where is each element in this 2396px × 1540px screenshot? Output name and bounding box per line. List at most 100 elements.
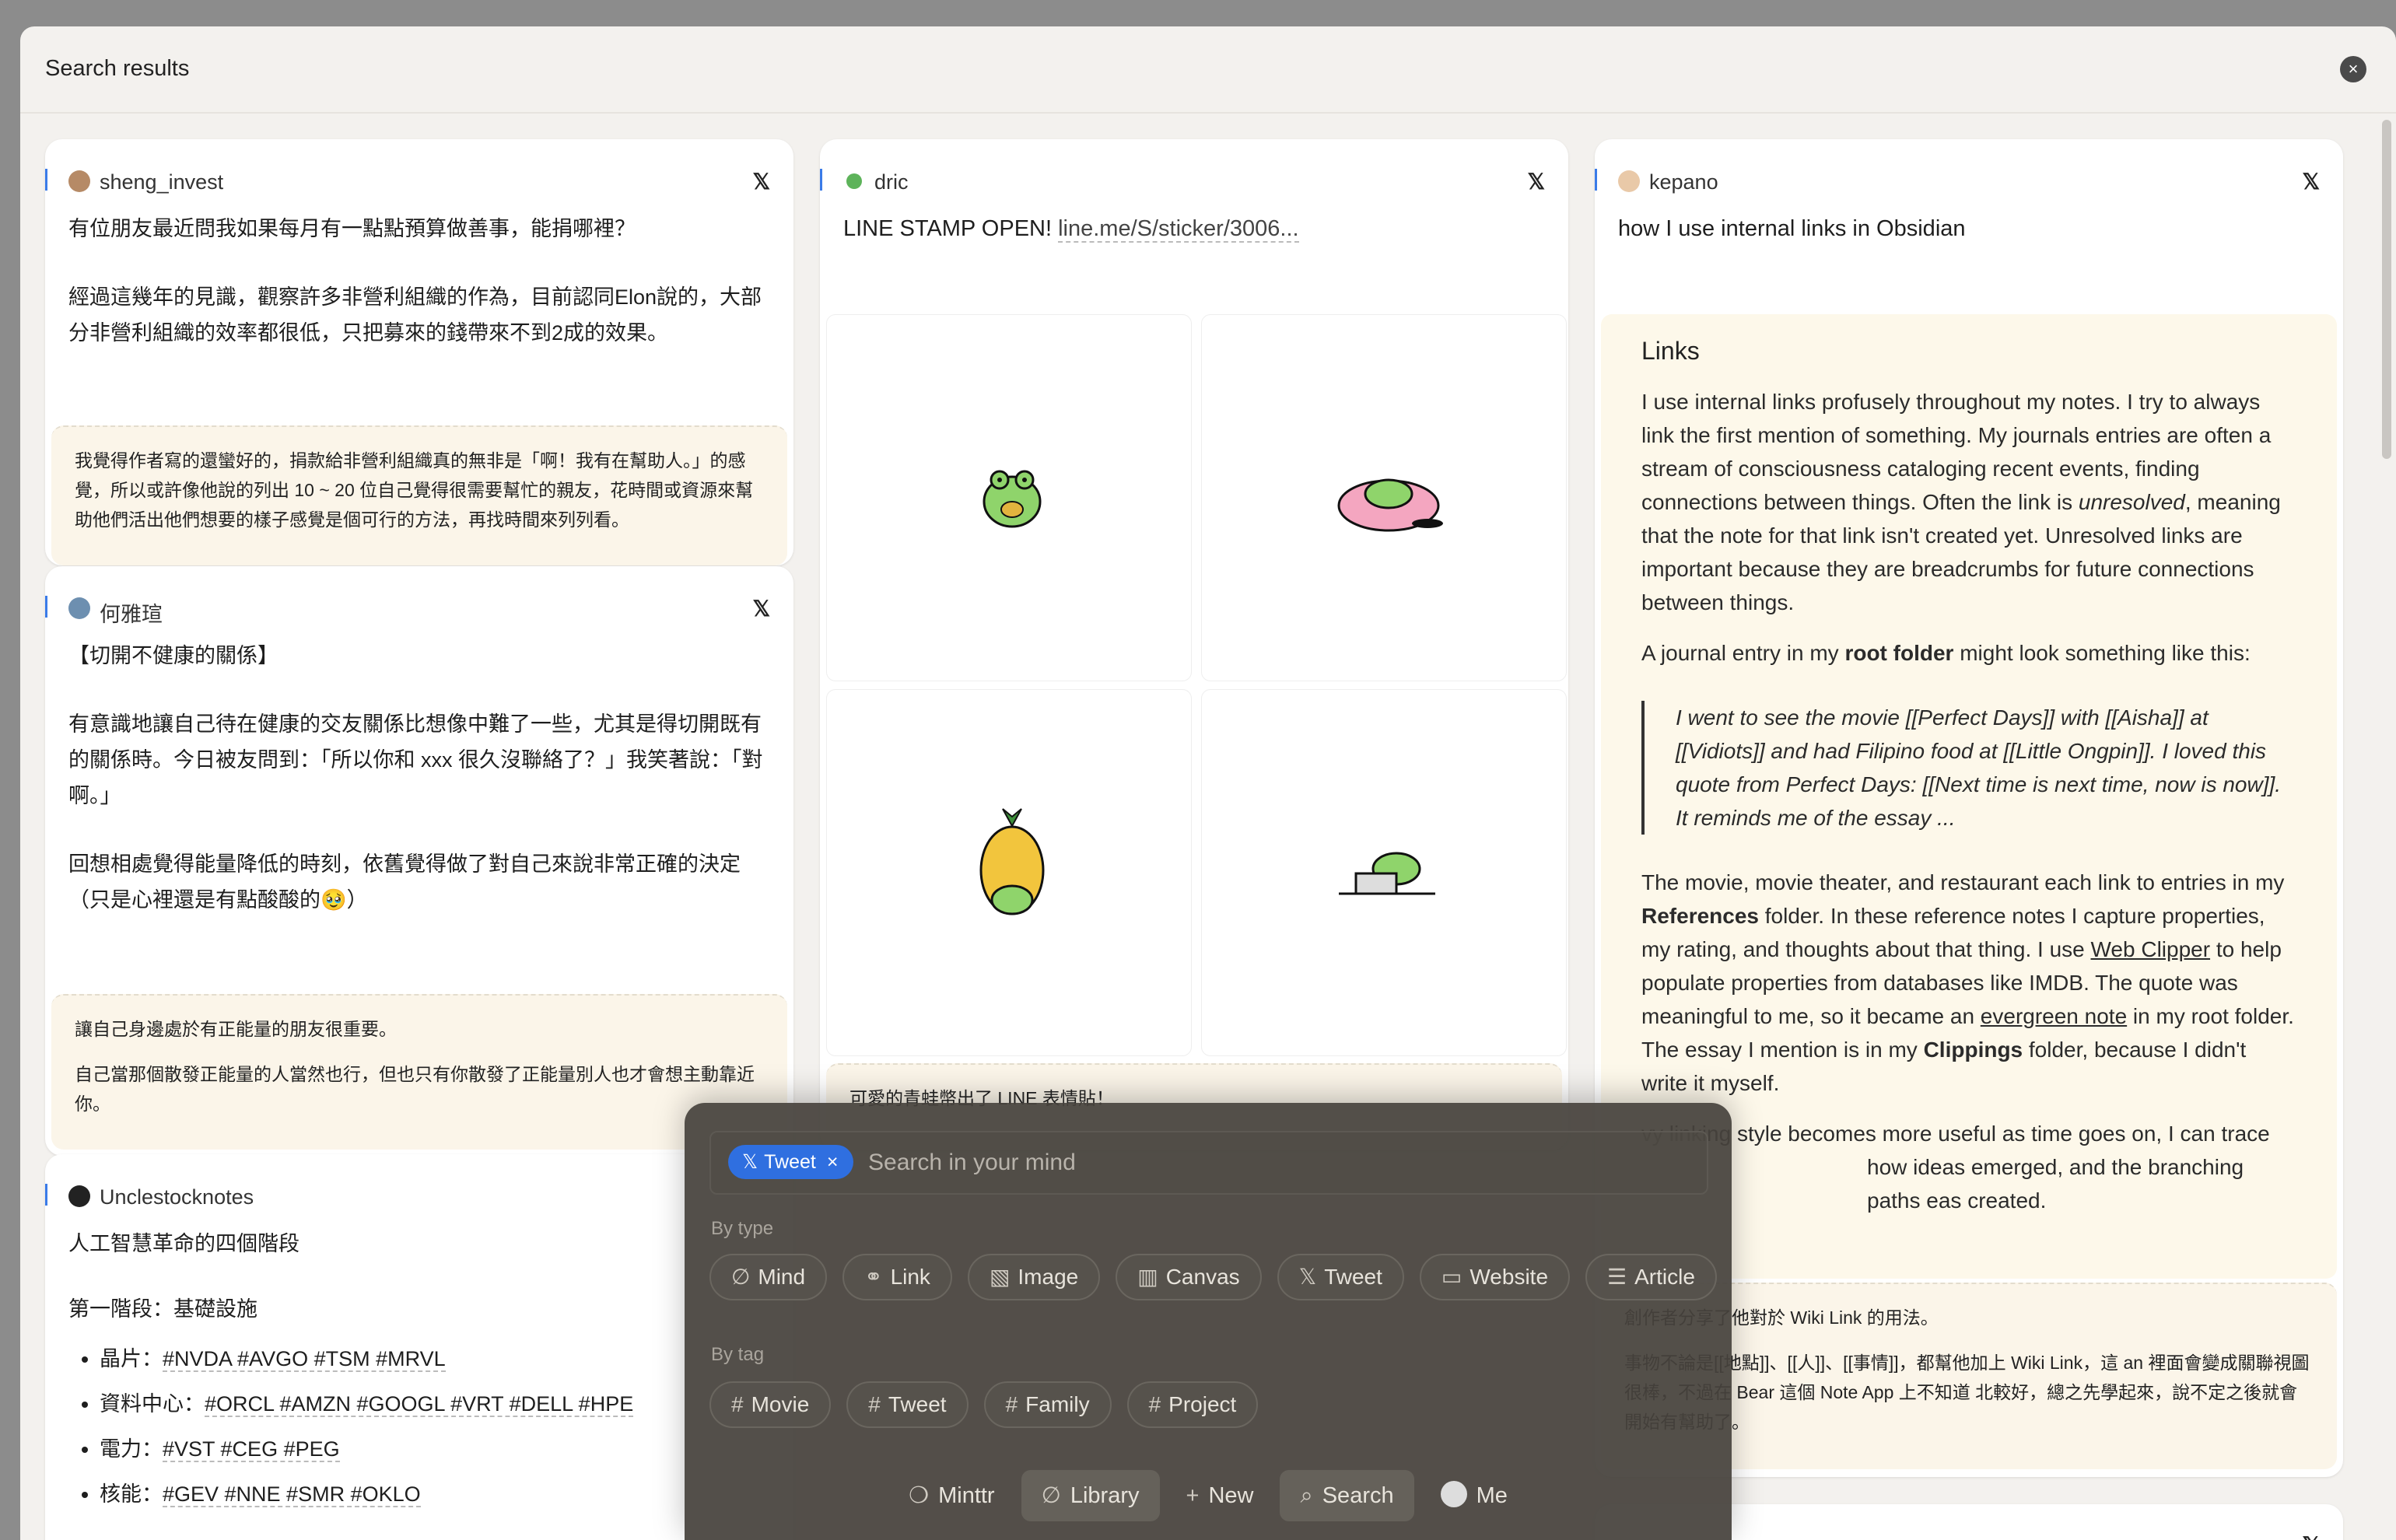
frog-laptop-sticker-icon [1339, 852, 1435, 895]
note-box[interactable]: 我覺得作者寫的還蠻好的，捐款給非營利組織真的無非是「啊！我有在幫助人。」的感覺，… [51, 425, 787, 565]
x-logo-icon: 𝕏 [742, 1151, 758, 1173]
scrollbar-thumb[interactable] [2382, 120, 2391, 459]
type-pill-website[interactable]: ▭ Website [1419, 1254, 1571, 1300]
link-icon: ⚭ [864, 1265, 883, 1289]
avatar [68, 597, 90, 619]
ticker-list: 晶片：#NVDA #AVGO #TSM #MRVL 資料中心：#ORCL #AM… [68, 1341, 770, 1512]
library-icon: ∅ [1041, 1483, 1061, 1508]
pineapple-frog-sticker-icon [979, 808, 1045, 915]
search-input[interactable] [867, 1146, 1648, 1179]
modal-title: Search results [45, 56, 190, 81]
type-pill-tweet[interactable]: 𝕏 Tweet [1277, 1254, 1404, 1300]
scrollbar[interactable] [2376, 112, 2396, 1540]
tag-filter-row: # Movie # Tweet # Family # Project [709, 1381, 1273, 1428]
nav-me[interactable]: Me [1420, 1470, 1528, 1521]
avatar [846, 173, 862, 189]
note-text: 讓自己身邊處於有正能量的朋友很重要。 [75, 1019, 397, 1039]
note-text: 我覺得作者寫的還蠻好的，捐款給非營利組織真的無非是「啊！我有在幫助人。」的感覺，… [75, 450, 754, 530]
type-pill-image[interactable]: ▧ Image [967, 1254, 1101, 1300]
card-header: Unclestocknotes [45, 1174, 793, 1215]
card-header: sheng_invest 𝕏 [45, 159, 793, 200]
hashtag-link[interactable]: #GEV #NNE #SMR #OKLO [163, 1482, 421, 1507]
modal-header: Search results × [20, 26, 2396, 114]
list-item: 晶片：#NVDA #AVGO #TSM #MRVL [100, 1341, 770, 1377]
article-paragraph: I use internal links profusely throughou… [1641, 390, 2281, 614]
author-name[interactable]: dric [874, 170, 909, 194]
author-name[interactable]: Unclestocknotes [100, 1185, 254, 1209]
sticker-image[interactable] [826, 689, 1192, 1056]
avatar [1618, 170, 1640, 192]
author-name[interactable]: 何雅瑄 [100, 597, 163, 628]
card-header: 何雅瑄 𝕏 [45, 586, 793, 627]
search-box[interactable]: 𝕏 Tweet × [709, 1131, 1708, 1195]
by-tag-label: By tag [711, 1344, 765, 1365]
x-logo-icon[interactable]: 𝕏 [2302, 169, 2320, 194]
tag-pill-project[interactable]: # Project [1126, 1381, 1259, 1428]
article-blockquote: I went to see the movie [[Perfect Days]]… [1641, 701, 2296, 835]
type-pill-canvas[interactable]: ▥ Canvas [1116, 1254, 1262, 1300]
mind-icon: ∅ [731, 1265, 751, 1289]
hashtag-link[interactable]: #ORCL #AMZN #GOOGL #VRT #DELL #HPE [205, 1392, 634, 1417]
tweet-card[interactable]: dric 𝕏 LINE STAMP OPEN! line.me/S/sticke… [820, 139, 1568, 1150]
x-logo-icon[interactable]: 𝕏 [2302, 1532, 2320, 1540]
by-type-label: By type [711, 1218, 774, 1239]
close-icon[interactable]: × [2340, 56, 2366, 82]
type-pill-link[interactable]: ⚭ Link [842, 1254, 952, 1300]
article-icon: ☰ [1607, 1265, 1627, 1289]
tweet-paragraph: 經過這幾年的見識，觀察許多非營利組織的作為，目前認同Elon說的，大部分非營利組… [68, 285, 762, 345]
x-logo-icon[interactable]: 𝕏 [752, 596, 770, 621]
note-text: 自己當那個散發正能量的人當然也行，但也只有你散發了正能量別人也才會想主動靠近你。 [75, 1064, 755, 1114]
note-box[interactable]: 讓自己身邊處於有正能量的朋友很重要。 自己當那個散發正能量的人當然也行，但也只有… [51, 994, 787, 1150]
filter-chip-tweet[interactable]: 𝕏 Tweet × [728, 1145, 854, 1179]
sticker-image[interactable] [1201, 314, 1567, 681]
avatar [1440, 1481, 1467, 1508]
author-name[interactable]: kepano [1649, 170, 1718, 194]
list-item: 核能：#GEV #NNE #SMR #OKLO [100, 1476, 770, 1512]
hashtag-link[interactable]: #NVDA #AVGO #TSM #MRVL [163, 1347, 446, 1372]
article-link[interactable]: Web Clipper [2091, 937, 2211, 961]
tweet-card[interactable]: Unclestocknotes 人工智慧革命的四個階段 第一階段：基礎設施 晶片… [45, 1154, 793, 1540]
frog-sticker-icon [983, 470, 1042, 528]
list-item: 電力：#VST #CEG #PEG [100, 1431, 770, 1467]
tweet-paragraph: 【切開不健康的關係】 [68, 644, 278, 667]
nav-library[interactable]: ∅ Library [1021, 1470, 1160, 1521]
command-palette: 𝕏Tweet× By type ∅Mind⚭Link▧Image▥Canvas𝕏… [685, 1103, 1732, 1540]
author-name[interactable]: sheng_invest [100, 170, 223, 194]
tag-pill-family[interactable]: # Family [983, 1381, 1112, 1428]
hashtag-link[interactable]: #VST #CEG #PEG [163, 1437, 340, 1462]
avatar [68, 170, 90, 192]
tweet-title: 人工智慧革命的四個階段 [68, 1232, 300, 1255]
tweet-text: LINE STAMP OPEN! line.me/S/sticker/3006.… [843, 216, 1299, 243]
tweet-paragraph: 有意識地讓自己待在健康的交友關係比想像中難了一些，尤其是得切開既有的關係時。今日… [68, 712, 763, 807]
sticker-image[interactable] [1201, 689, 1567, 1056]
tweet-paragraph: 有位朋友最近問我如果每月有一點點預算做善事，能捐哪裡？ [68, 217, 636, 240]
article-paragraph: The movie, movie theater, and restaurant… [1641, 870, 2294, 1095]
nav-minttr[interactable]: ❍ Minttr [888, 1470, 1015, 1521]
type-filter-row: ∅ Mind ⚭ Link ▧ Image ▥ Canvas 𝕏 Tweet ▭ Website ☰ Ar… [709, 1254, 1717, 1300]
x-logo-icon[interactable]: 𝕏 [1527, 169, 1545, 194]
tweet-card[interactable]: sheng_invest 𝕏 有位朋友最近問我如果每月有一點點預算做善事，能捐哪… [45, 139, 793, 565]
search-icon: ⌕ [1300, 1483, 1313, 1508]
x-logo-icon[interactable]: 𝕏 [752, 169, 770, 194]
tweet-text: 有位朋友最近問我如果每月有一點點預算做善事，能捐哪裡？ 經過這幾年的見識，觀察許… [45, 200, 793, 351]
card-header: dric 𝕏 [820, 159, 1568, 200]
nav-search[interactable]: ⌕ Search [1280, 1470, 1414, 1521]
tweet-link[interactable]: line.me/S/sticker/3006... [1058, 216, 1299, 243]
tweet-text: how I use internal links in Obsidian [1618, 216, 1966, 241]
hash-icon: # [731, 1392, 744, 1416]
nav-new[interactable]: + New [1166, 1470, 1274, 1521]
canvas-icon: ▥ [1137, 1265, 1158, 1289]
tag-pill-movie[interactable]: # Movie [709, 1381, 832, 1428]
sticker-image[interactable] [826, 314, 1192, 681]
remove-filter-icon[interactable]: × [827, 1151, 839, 1173]
tweet-card[interactable]: 何雅瑄 𝕏 【切開不健康的關係】 有意識地讓自己待在健康的交友關係比想像中難了一… [45, 566, 793, 1156]
article-paragraph: vy linking style becomes more useful as … [1641, 1122, 2270, 1213]
website-icon: ▭ [1441, 1265, 1462, 1289]
article-link[interactable]: evergreen note [1981, 1004, 2127, 1028]
type-pill-mind[interactable]: ∅ Mind [709, 1254, 828, 1300]
type-pill-article[interactable]: ☰ Article [1585, 1254, 1717, 1300]
tag-pill-tweet[interactable]: # Tweet [846, 1381, 969, 1428]
hash-icon: # [1148, 1392, 1161, 1416]
bottom-nav: ❍ Minttr ∅ Library + New ⌕ Search Me [685, 1470, 1732, 1524]
frog-sticker-icon [1337, 478, 1443, 532]
